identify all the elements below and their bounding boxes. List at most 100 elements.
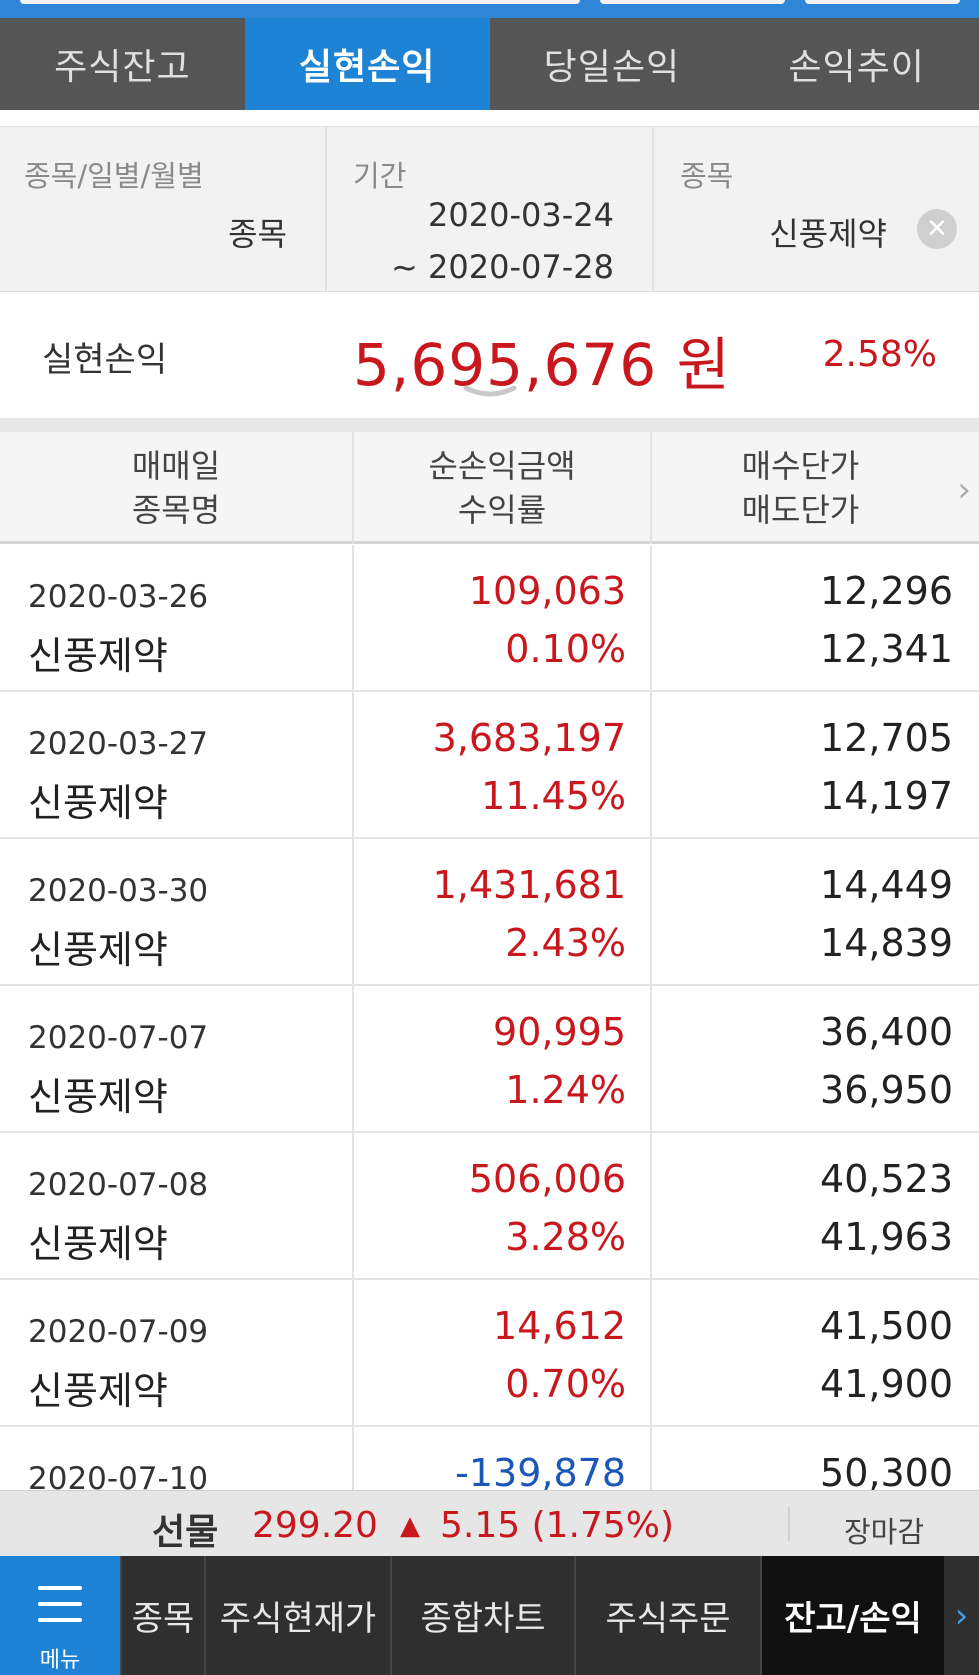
nav-item-order[interactable]: 주식주문: [574, 1556, 760, 1675]
nav-item-current-price[interactable]: 주식현재가: [204, 1556, 390, 1675]
tab-realized-pnl[interactable]: 실현손익: [244, 18, 490, 110]
header-stock-name: 종목명: [131, 491, 221, 529]
up-arrow-icon: ▲: [400, 1511, 420, 1541]
table-row[interactable]: 2020-03-26 신풍제약 109,063 0.10% 12,296 12,341: [0, 545, 979, 692]
stock-name: 신풍제약: [28, 1369, 168, 1413]
tab-daily-pnl[interactable]: 당일손익: [490, 18, 735, 110]
chevron-down-icon[interactable]: [462, 382, 518, 402]
menu-label: 메뉴: [39, 1648, 81, 1673]
stock-name: 신풍제약: [28, 1075, 168, 1119]
cell-date-name: 2020-07-09 신풍제약: [0, 1280, 352, 1427]
hamburger-icon: [38, 1618, 82, 1622]
header-net-pnl: 순손익금액: [428, 447, 576, 485]
nav-item-balance-pnl[interactable]: 잔고/손익: [760, 1556, 944, 1675]
trade-date: 2020-07-09: [28, 1314, 209, 1350]
net-pnl: 109,063: [468, 569, 626, 613]
cell-date-name: 2020-07-07 신풍제약: [0, 986, 352, 1133]
filter-period-value: 2020-03-24 ~ 2020-07-28: [391, 189, 614, 293]
filter-stock-value: 신풍제약: [769, 215, 887, 253]
net-pnl: 90,995: [493, 1010, 626, 1054]
net-pnl: -139,878: [455, 1451, 626, 1490]
tab-pnl-trend[interactable]: 손익추이: [734, 18, 979, 110]
table-row[interactable]: 2020-03-30 신풍제약 1,431,681 2.43% 14,449 14,8…: [0, 839, 979, 986]
ticker-price: 299.20: [252, 1505, 378, 1546]
cell-prices: 12,705 14,197: [650, 692, 979, 839]
cell-pnl: -139,878: [352, 1427, 650, 1490]
filter-stock[interactable]: 종목 신풍제약 ✕: [652, 127, 979, 293]
top-field: [600, 0, 785, 4]
buy-price: 50,300: [820, 1451, 953, 1490]
table-row[interactable]: 2020-03-27 신풍제약 3,683,197 11.45% 12,705 14,…: [0, 692, 979, 839]
chevron-right-icon[interactable]: ›: [957, 470, 971, 510]
futures-ticker[interactable]: 선물 299.20 ▲ 5.15 (1.75%) 장마감: [0, 1490, 979, 1556]
return-rate: 11.45%: [481, 774, 626, 818]
summary-rate: 2.58%: [822, 334, 937, 375]
cell-date-name: 2020-07-10: [0, 1427, 352, 1490]
cell-date-name: 2020-07-08 신풍제약: [0, 1133, 352, 1280]
cell-prices: 12,296 12,341: [650, 545, 979, 692]
table-row[interactable]: 2020-07-08 신풍제약 506,006 3.28% 40,523 41,963: [0, 1133, 979, 1280]
trade-date: 2020-03-30: [28, 873, 209, 909]
sell-price: 14,839: [820, 921, 953, 965]
ticker-name: 선물: [152, 1512, 219, 1553]
buy-price: 41,500: [820, 1304, 953, 1348]
filter-type-value: 종목: [228, 215, 287, 253]
buy-price: 40,523: [820, 1157, 953, 1201]
cell-pnl: 3,683,197 11.45%: [352, 692, 650, 839]
chevron-right-icon[interactable]: ›: [944, 1556, 979, 1675]
filter-stock-label: 종목: [680, 159, 734, 193]
return-rate: 3.28%: [505, 1215, 626, 1259]
return-rate: 0.10%: [505, 627, 626, 671]
nav-item-stock[interactable]: 종목: [120, 1556, 204, 1675]
trade-date: 2020-07-08: [28, 1167, 209, 1203]
top-field: [20, 0, 580, 4]
ticker-change: 5.15 (1.75%): [440, 1505, 675, 1546]
section-divider: [0, 418, 979, 432]
bottom-nav: 메뉴 종목 주식현재가 종합차트 주식주문 잔고/손익 ›: [0, 1556, 979, 1675]
trade-date: 2020-07-10: [28, 1461, 209, 1490]
trade-date: 2020-07-07: [28, 1020, 209, 1056]
buy-price: 12,705: [820, 716, 953, 760]
net-pnl: 1,431,681: [432, 863, 626, 907]
header-return-rate: 수익률: [457, 491, 547, 529]
summary-label: 실현손익: [42, 340, 168, 380]
filter-type[interactable]: 종목/일별/월별 종목: [0, 127, 325, 293]
clear-icon[interactable]: ✕: [917, 209, 957, 249]
buy-price: 36,400: [820, 1010, 953, 1054]
cell-date-name: 2020-03-27 신풍제약: [0, 692, 352, 839]
cell-prices: 41,500 41,900: [650, 1280, 979, 1427]
hamburger-icon: [38, 1586, 82, 1590]
net-pnl: 14,612: [493, 1304, 626, 1348]
table-row[interactable]: 2020-07-07 신풍제약 90,995 1.24% 36,400 36,950: [0, 986, 979, 1133]
buy-price: 14,449: [820, 863, 953, 907]
tab-stock-balance[interactable]: 주식잔고: [0, 18, 245, 110]
top-status-strip: [0, 0, 979, 18]
period-end: ~ 2020-07-28: [391, 248, 614, 286]
cell-pnl: 506,006 3.28%: [352, 1133, 650, 1280]
period-start: 2020-03-24: [428, 196, 614, 234]
header-prices: 매수단가 매도단가: [650, 432, 979, 544]
cell-pnl: 90,995 1.24%: [352, 986, 650, 1133]
cell-prices: 40,523 41,963: [650, 1133, 979, 1280]
sell-price: 36,950: [820, 1068, 953, 1112]
stock-name: 신풍제약: [28, 781, 168, 825]
cell-pnl: 1,431,681 2.43%: [352, 839, 650, 986]
table-row[interactable]: 2020-07-09 신풍제약 14,612 0.70% 41,500 41,900: [0, 1280, 979, 1427]
nav-item-chart[interactable]: 종합차트: [390, 1556, 574, 1675]
net-pnl: 506,006: [468, 1157, 626, 1201]
cell-pnl: 109,063 0.10%: [352, 545, 650, 692]
cell-date-name: 2020-03-26 신풍제약: [0, 545, 352, 692]
trade-date: 2020-03-27: [28, 726, 209, 762]
tab-bar: 주식잔고 실현손익 당일손익 손익추이: [0, 18, 979, 110]
ticker-divider: [788, 1507, 790, 1541]
table-row[interactable]: 2020-07-10 -139,878 50,300: [0, 1427, 979, 1490]
sell-price: 41,963: [820, 1215, 953, 1259]
top-field: [805, 0, 960, 4]
filter-period[interactable]: 기간 2020-03-24 ~ 2020-07-28: [325, 127, 652, 293]
cell-prices: 14,449 14,839: [650, 839, 979, 986]
stock-name: 신풍제약: [28, 928, 168, 972]
cell-date-name: 2020-03-30 신풍제약: [0, 839, 352, 986]
menu-button[interactable]: 메뉴: [0, 1556, 120, 1675]
header-sell-price: 매도단가: [741, 491, 860, 529]
sell-price: 12,341: [820, 627, 953, 671]
